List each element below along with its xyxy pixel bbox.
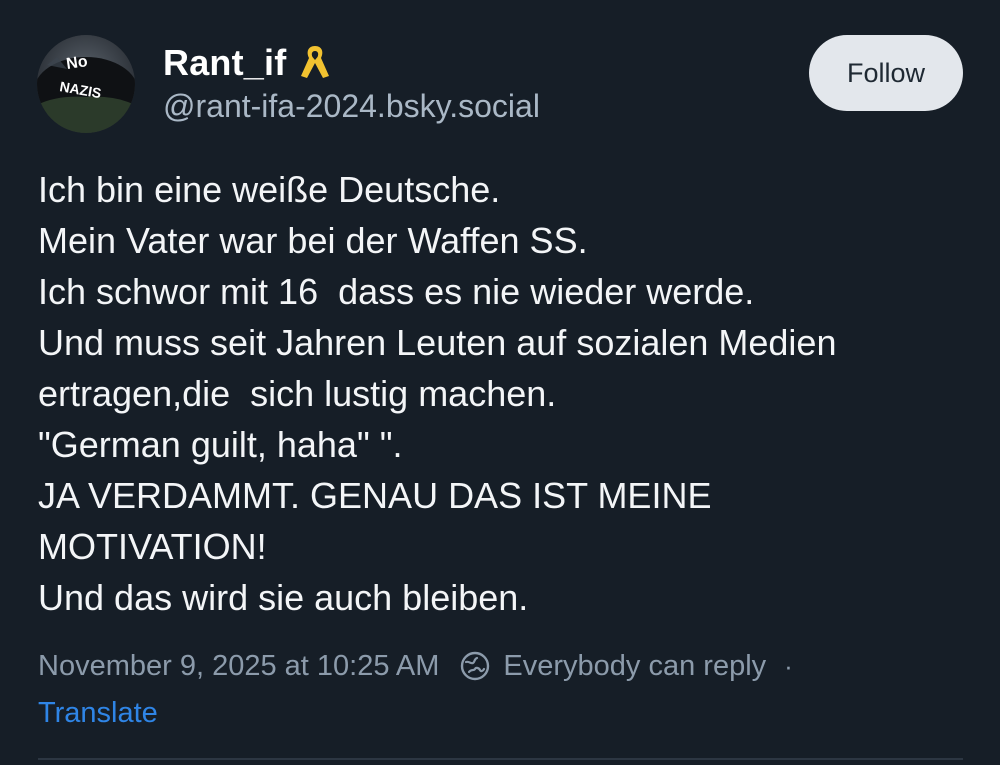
yellow-ribbon-icon [298, 43, 332, 83]
reply-setting[interactable]: Everybody can reply [503, 650, 766, 683]
post-thread-item: No NAZIS Rant_if @rant-ifa-2024.bsky.soc… [0, 0, 1000, 765]
avatar-text-no: No [65, 53, 89, 73]
avatar-image: No NAZIS [37, 35, 135, 133]
post-text-line: MOTIVATION! [38, 526, 267, 567]
post-text-line: ertragen,die sich lustig machen. [38, 373, 557, 414]
divider [38, 758, 963, 760]
post-text-line: Und das wird sie auch bleiben. [38, 577, 529, 618]
post-timestamp: November 9, 2025 at 10:25 AM [38, 649, 440, 682]
post-text-line: Mein Vater war bei der Waffen SS. [38, 220, 588, 261]
globe-icon [459, 650, 491, 682]
avatar[interactable]: No NAZIS [37, 35, 135, 133]
post-meta: November 9, 2025 at 10:25 AM Everybody c… [38, 642, 793, 690]
post-text-line: JA VERDAMMT. GENAU DAS IST MEINE [38, 475, 712, 516]
display-name[interactable]: Rant_if [163, 42, 286, 84]
separator-dot: · [784, 650, 793, 681]
post-text: Ich bin eine weiße Deutsche. Mein Vater … [38, 164, 978, 623]
post-text-line: Und muss seit Jahren Leuten auf sozialen… [38, 322, 837, 363]
follow-button[interactable]: Follow [809, 35, 963, 111]
post-text-line: Ich bin eine weiße Deutsche. [38, 169, 501, 210]
post-text-line: Ich schwor mit 16 dass es nie wieder wer… [38, 271, 755, 312]
author-name-row: Rant_if [163, 38, 332, 88]
translate-link[interactable]: Translate [38, 697, 158, 730]
author-handle[interactable]: @rant-ifa-2024.bsky.social [163, 88, 540, 125]
post-text-line: "German guilt, haha" ". [38, 424, 403, 465]
